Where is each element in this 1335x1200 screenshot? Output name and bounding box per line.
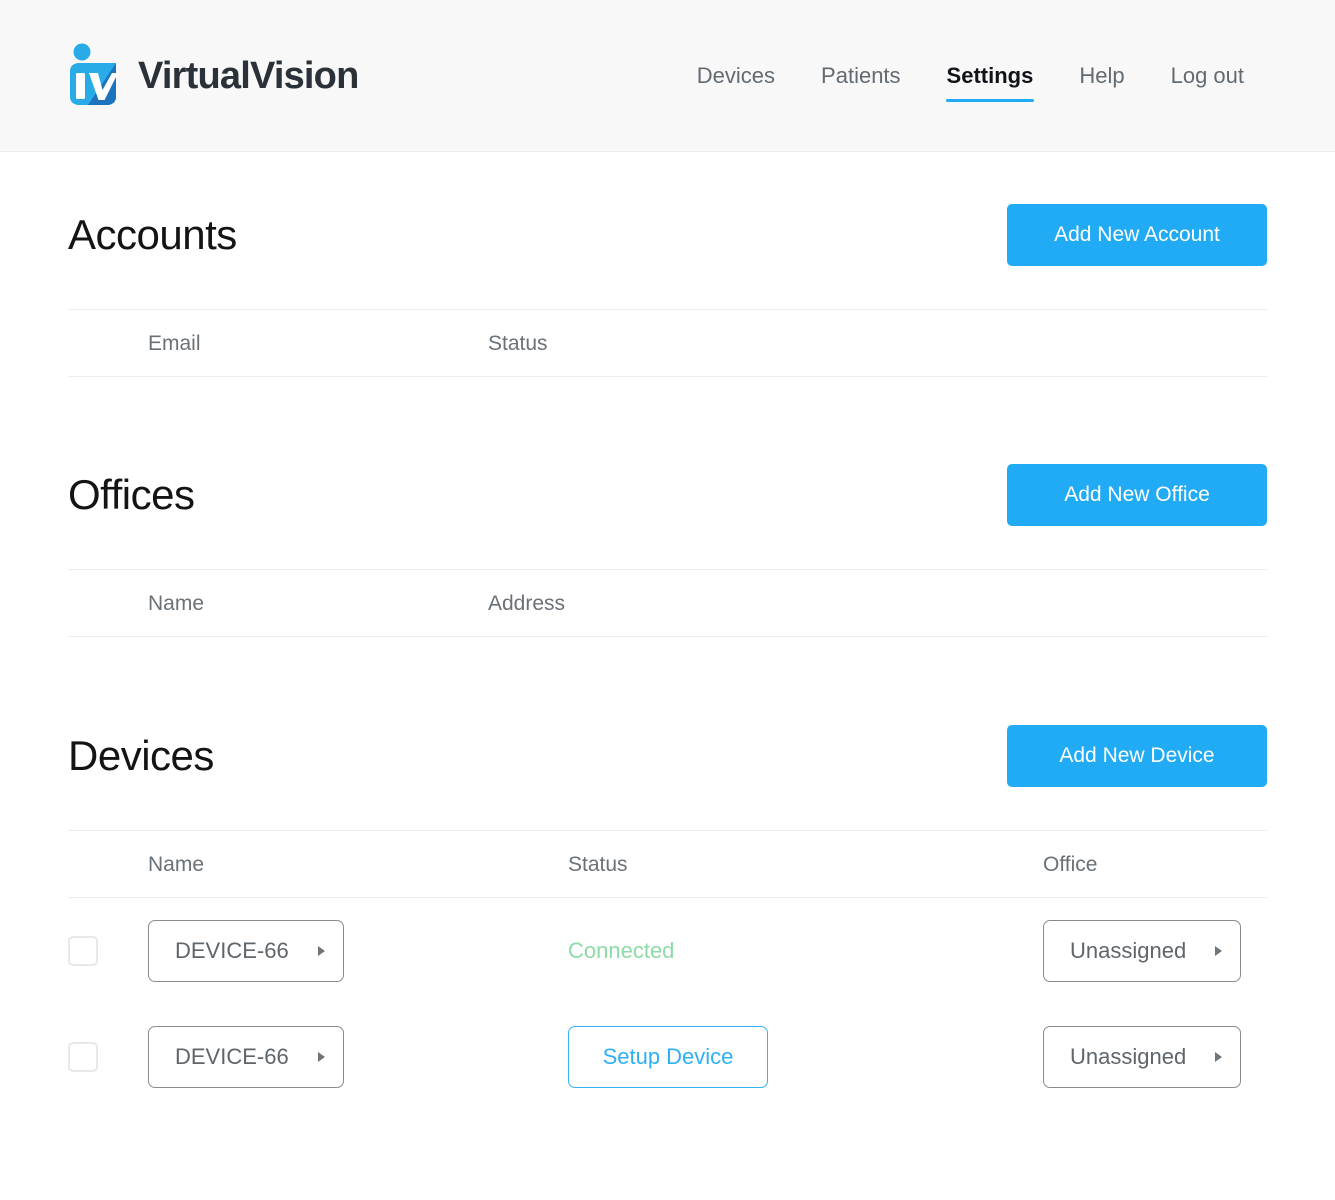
nav-item-log-out[interactable]: Log out (1148, 59, 1267, 93)
devices-section-header: Devices Add New Device (68, 725, 1267, 787)
device-select-checkbox[interactable] (68, 936, 98, 966)
devices-title: Devices (68, 732, 214, 779)
chevron-right-icon (318, 946, 325, 956)
accounts-table: Email Status (68, 309, 1267, 377)
chevron-right-icon (1215, 1052, 1222, 1062)
device-row-select-cell (68, 1004, 148, 1110)
devices-table-header-row: Name Status Office (68, 830, 1267, 898)
offices-col-address: Address (488, 569, 963, 637)
device-status-badge: Connected (568, 938, 675, 963)
virtualvision-logo-icon (70, 43, 118, 105)
device-name-dropdown[interactable]: DEVICE-66 (148, 1026, 344, 1088)
device-office-cell: Unassigned (1043, 1004, 1267, 1110)
device-name-label: DEVICE-66 (175, 1044, 289, 1069)
offices-title: Offices (68, 471, 195, 518)
devices-col-name: Name (148, 830, 568, 898)
offices-col-spacer (963, 569, 1267, 637)
device-office-dropdown[interactable]: Unassigned (1043, 1026, 1241, 1088)
accounts-section: Accounts Add New Account Email Status (68, 152, 1267, 377)
offices-table: Name Address (68, 569, 1267, 637)
settings-page: Accounts Add New Account Email Status Of… (0, 152, 1335, 1110)
device-name-cell: DEVICE-66 (148, 898, 568, 1005)
device-status-cell: Connected (568, 898, 1043, 1005)
device-office-label: Unassigned (1070, 1044, 1187, 1069)
setup-device-button[interactable]: Setup Device (568, 1026, 768, 1088)
table-row: DEVICE-66 Setup Device Unassigned (68, 1004, 1267, 1110)
device-office-label: Unassigned (1070, 938, 1187, 963)
offices-table-header-row: Name Address (68, 569, 1267, 637)
devices-section: Devices Add New Device Name Status Offic… (68, 637, 1267, 1110)
devices-table-body: DEVICE-66 Connected Unassigned DEVICE-66 Set… (68, 898, 1267, 1111)
accounts-section-header: Accounts Add New Account (68, 204, 1267, 266)
device-office-cell: Unassigned (1043, 898, 1267, 1005)
device-office-dropdown[interactable]: Unassigned (1043, 920, 1241, 982)
devices-col-office: Office (1043, 830, 1267, 898)
add-new-device-button[interactable]: Add New Device (1007, 725, 1267, 787)
offices-col-name: Name (68, 569, 488, 637)
accounts-col-email: Email (68, 309, 488, 377)
accounts-col-status: Status (488, 309, 963, 377)
device-name-label: DEVICE-66 (175, 938, 289, 963)
device-name-dropdown[interactable]: DEVICE-66 (148, 920, 344, 982)
devices-table: Name Status Office DEVICE-66 Connected Una… (68, 830, 1267, 1110)
device-row-select-cell (68, 898, 148, 1005)
add-new-account-button[interactable]: Add New Account (1007, 204, 1267, 266)
accounts-table-header-row: Email Status (68, 309, 1267, 377)
main-navigation: Devices Patients Settings Help Log out (674, 59, 1267, 102)
device-select-checkbox[interactable] (68, 1042, 98, 1072)
nav-item-settings[interactable]: Settings (924, 59, 1057, 102)
chevron-right-icon (1215, 946, 1222, 956)
app-header: VirtualVision Devices Patients Settings … (0, 0, 1335, 152)
table-row: DEVICE-66 Connected Unassigned (68, 898, 1267, 1005)
devices-col-select (68, 830, 148, 898)
chevron-right-icon (318, 1052, 325, 1062)
nav-item-devices[interactable]: Devices (674, 59, 798, 93)
accounts-col-spacer (963, 309, 1267, 377)
add-new-office-button[interactable]: Add New Office (1007, 464, 1267, 526)
nav-item-patients[interactable]: Patients (798, 59, 924, 93)
offices-section-header: Offices Add New Office (68, 464, 1267, 526)
offices-section: Offices Add New Office Name Address (68, 377, 1267, 637)
device-name-cell: DEVICE-66 (148, 1004, 568, 1110)
accounts-title: Accounts (68, 211, 237, 258)
nav-item-help[interactable]: Help (1056, 59, 1147, 93)
devices-col-status: Status (568, 830, 1043, 898)
brand-name: VirtualVision (138, 54, 359, 97)
device-status-cell: Setup Device (568, 1004, 1043, 1110)
brand-logo[interactable]: VirtualVision (62, 43, 359, 109)
